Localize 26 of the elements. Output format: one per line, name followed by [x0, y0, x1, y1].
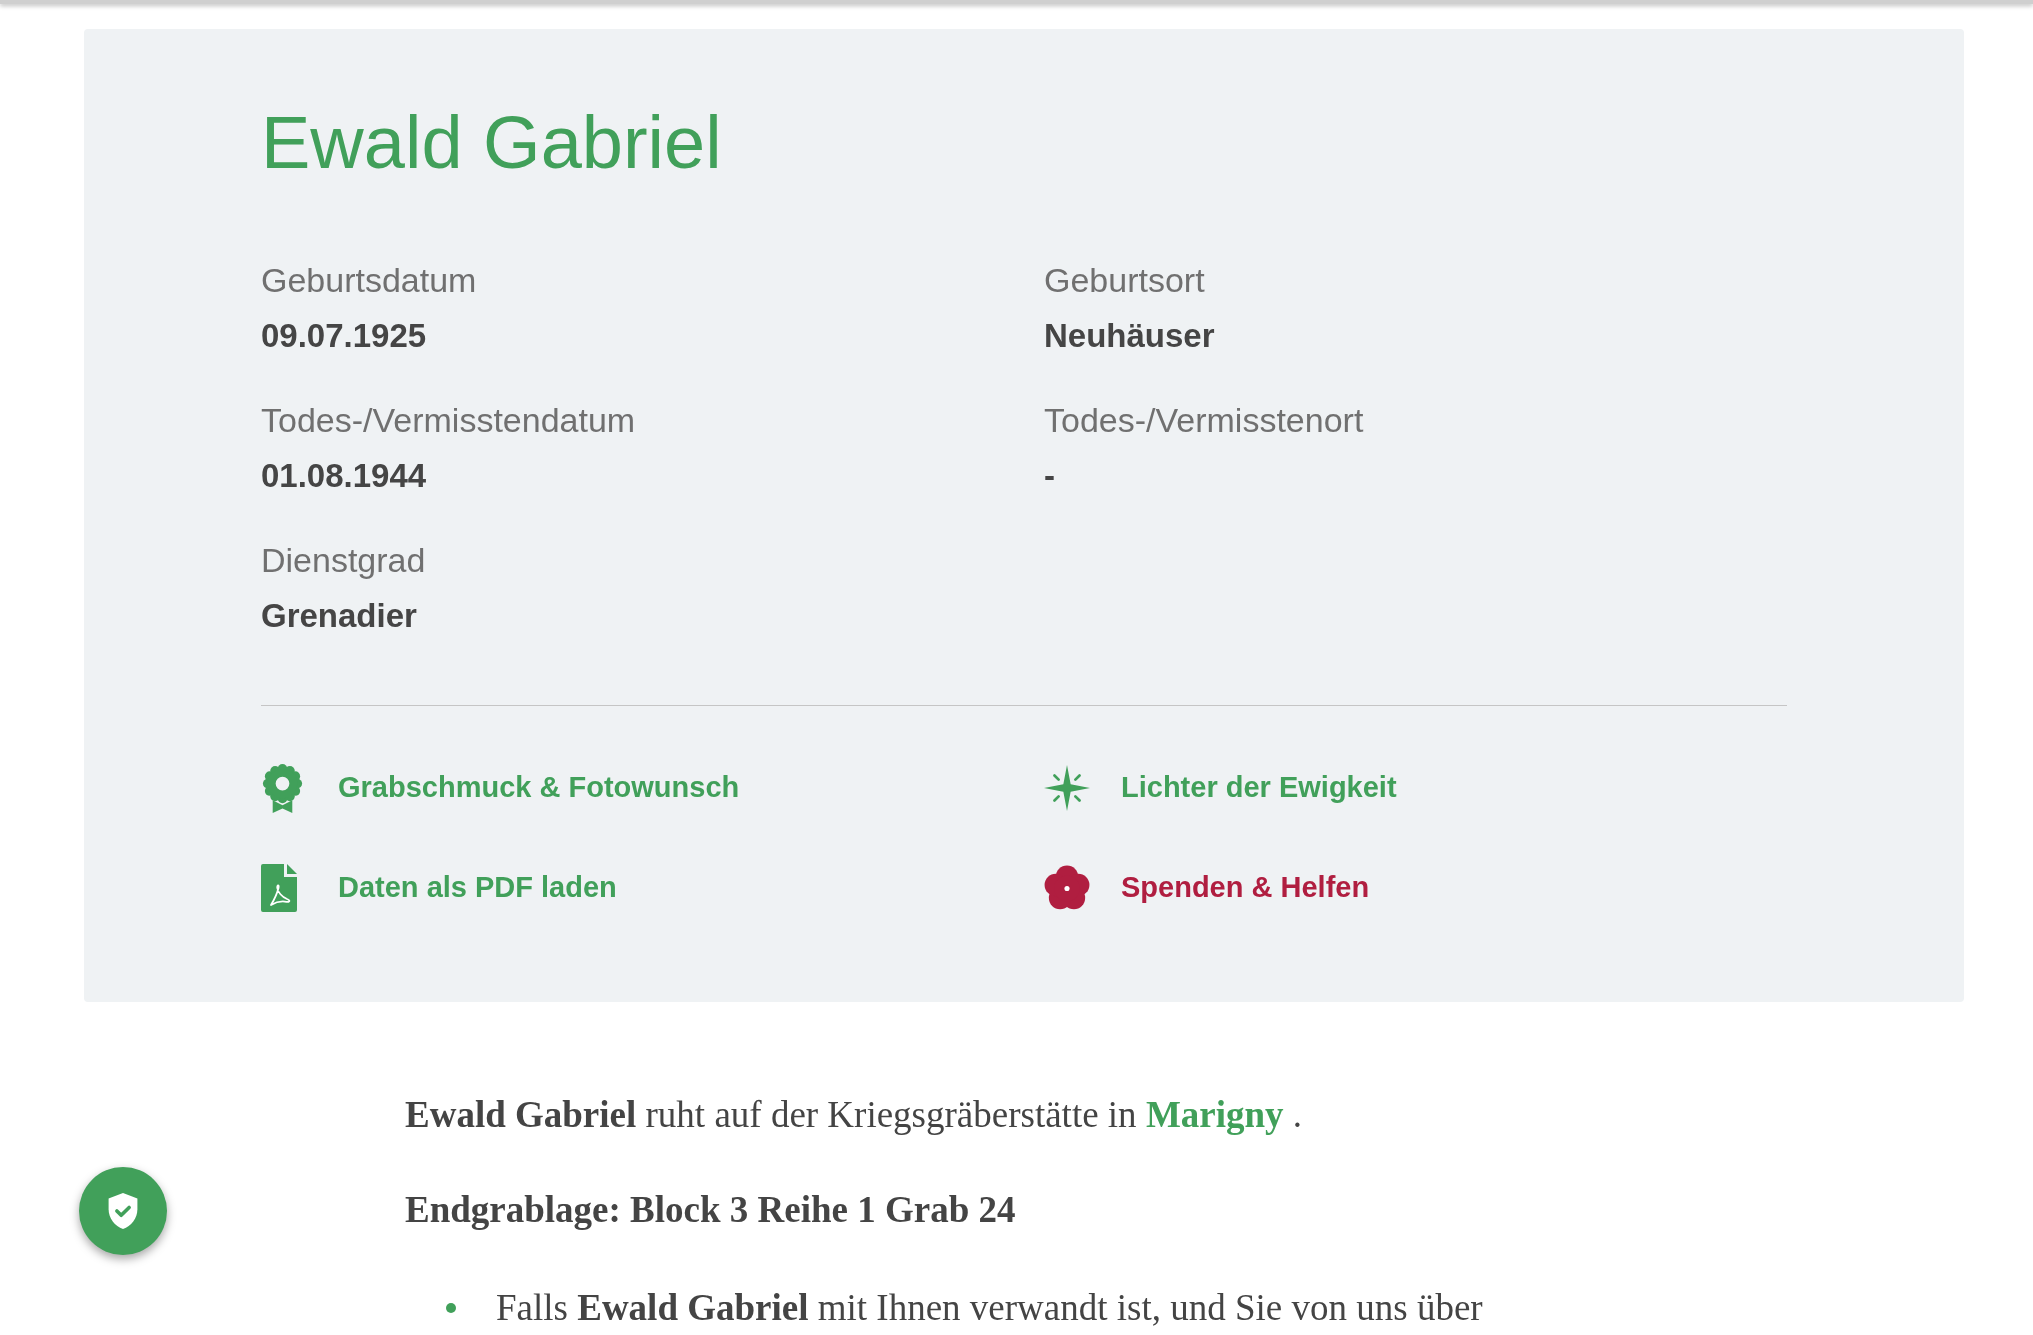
grave-location: Endgrablage: Block 3 Reihe 1 Grab 24	[405, 1188, 1017, 1232]
flower-icon	[1044, 865, 1090, 911]
cemetery-link[interactable]: Marigny	[1145, 1094, 1284, 1135]
field-value: Grenadier	[261, 596, 418, 636]
field-label: Dienstgrad	[261, 540, 427, 581]
shield-check-icon	[107, 1193, 139, 1229]
sparkle-icon	[1044, 765, 1090, 811]
action-link[interactable]: Grabschmuck & Fotowunsch	[261, 763, 740, 813]
action-link[interactable]: Daten als PDF laden	[261, 864, 617, 912]
privacy-button[interactable]	[79, 1167, 167, 1255]
field-label: Todes-/Vermisstendatum	[261, 400, 637, 441]
field-label: Geburtsort	[1044, 260, 1206, 301]
field-value: 09.07.1925	[261, 316, 428, 356]
rosette-icon	[261, 763, 304, 813]
burial-sentence: Ewald Gabriel ruht auf der Kriegsgräberstätte in Marigny .	[405, 1093, 1304, 1137]
pdf-file-icon	[261, 864, 297, 912]
note-text: Falls Ewald Gabriel mit Ihnen verwandt ist, und Sie von uns über	[496, 1286, 1483, 1330]
field-value: -	[1044, 456, 1056, 496]
bullet-icon	[446, 1303, 456, 1313]
action-link[interactable]: Spenden & Helfen	[1044, 865, 1370, 911]
action-link[interactable]: Lichter der Ewigkeit	[1044, 765, 1397, 811]
field-label: Geburtsdatum	[261, 260, 478, 301]
field-label: Todes-/Vermisstenort	[1044, 400, 1365, 441]
field-value: Neuhäuser	[1044, 316, 1216, 356]
field-value: 01.08.1944	[261, 456, 428, 496]
person-name: Ewald Gabriel	[261, 100, 723, 186]
